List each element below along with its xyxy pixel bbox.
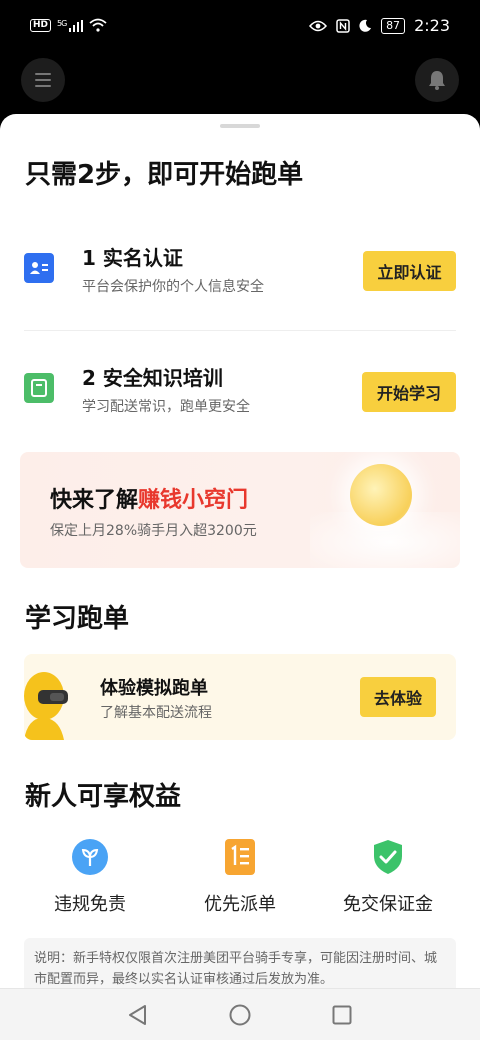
step-subtitle: 学习配送常识，跑单更安全	[82, 399, 250, 415]
priority-list-icon	[221, 838, 259, 876]
start-learning-button[interactable]: 开始学习	[362, 372, 456, 412]
step-subtitle: 平台会保护你的个人信息安全	[82, 279, 264, 295]
nfc-icon	[336, 18, 350, 33]
notification-button[interactable]	[415, 58, 459, 102]
battery-indicator: 87	[381, 17, 406, 34]
benefit-item: 违规免责	[20, 834, 160, 924]
benefit-item: 免交保证金	[318, 834, 458, 924]
step-title: 1 实名认证	[82, 246, 183, 270]
learn-section-heading: 学习跑单	[25, 604, 130, 634]
promo-subtitle: 保定上月28%骑手月入超3200元	[50, 523, 257, 539]
disclaimer-note: 说明：新手特权仅限首次注册美团平台骑手专享，可能因注册时间、城市配置而异，最终以…	[24, 938, 456, 988]
simulation-subtitle: 了解基本配送流程	[100, 705, 212, 721]
menu-button[interactable]	[21, 58, 65, 102]
gold-coin-icon	[350, 464, 412, 526]
recents-button[interactable]	[328, 1001, 356, 1029]
home-circle-icon	[229, 1004, 251, 1026]
top-bar	[0, 56, 480, 112]
shield-check-icon	[369, 838, 407, 876]
home-button[interactable]	[226, 1001, 254, 1029]
back-triangle-icon	[129, 1005, 146, 1025]
network-type: 5G	[57, 18, 67, 28]
onboarding-sheet: 只需2步，即可开始跑单 1 实名认证 平台会保护你的个人信息安全 立即认证 2 …	[0, 114, 480, 988]
promo-title: 快来了解赚钱小窍门	[50, 482, 248, 514]
sheet-drag-handle[interactable]	[220, 124, 260, 128]
clock: 2:23	[414, 16, 450, 35]
moon-icon	[359, 19, 372, 32]
promo-title-prefix: 快来了解	[50, 488, 139, 513]
page-title: 只需2步，即可开始跑单	[25, 160, 304, 190]
back-button[interactable]	[124, 1001, 152, 1029]
system-navigation-bar	[0, 988, 480, 1040]
benefit-label: 违规免责	[54, 894, 126, 915]
simulation-title: 体验模拟跑单	[100, 678, 208, 699]
bell-icon	[429, 71, 445, 90]
hd-indicator: HD	[30, 18, 52, 32]
promo-title-highlight: 赚钱小窍门	[138, 488, 249, 513]
id-card-icon	[24, 253, 54, 283]
verify-now-button[interactable]: 立即认证	[363, 251, 456, 291]
rider-avatar-icon	[24, 672, 68, 740]
signal-indicator: 5G	[57, 19, 83, 32]
benefit-label: 优先派单	[204, 894, 276, 915]
eye-icon	[309, 20, 328, 31]
hamburger-menu-icon	[35, 73, 51, 87]
try-experience-button[interactable]: 去体验	[360, 677, 436, 717]
signal-bars-icon	[68, 19, 83, 32]
divider	[24, 330, 456, 331]
status-bar: HD 5G 87 2:23	[0, 0, 480, 56]
book-icon	[24, 373, 54, 403]
sprout-icon	[71, 838, 109, 876]
benefit-item: 优先派单	[170, 834, 310, 924]
benefit-label: 免交保证金	[343, 894, 433, 915]
step-title: 2 安全知识培训	[82, 366, 223, 390]
simulation-card[interactable]: 体验模拟跑单 了解基本配送流程 去体验	[24, 654, 456, 740]
wifi-icon	[89, 18, 107, 32]
benefits-section-heading: 新人可享权益	[25, 782, 182, 812]
earning-tips-banner[interactable]: 快来了解赚钱小窍门 保定上月28%骑手月入超3200元	[20, 452, 460, 568]
recents-square-icon	[332, 1005, 352, 1025]
